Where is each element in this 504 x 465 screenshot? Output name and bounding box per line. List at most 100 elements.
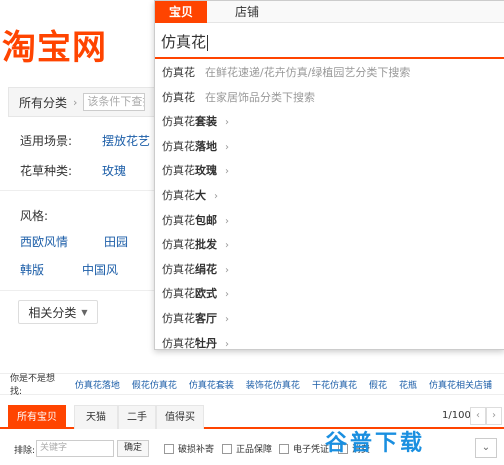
related-categories-label: 相关分类	[28, 305, 77, 320]
chevron-right-icon: ›	[214, 190, 218, 202]
chevron-right-icon: ›	[225, 117, 229, 129]
checkbox-genuine[interactable]: 正品保障	[222, 442, 272, 455]
chevron-right-icon: ›	[73, 95, 78, 109]
suggestion-list: 仿真花 在鲜花速递/花卉仿真/绿植园艺分类下搜索 仿真花 在家居饰品分类下搜索 仿真…	[155, 61, 504, 356]
exclude-keyword-input[interactable]: 关键字	[36, 440, 114, 457]
suggestion-completion: 客厅	[195, 311, 217, 325]
suggestion-completion: 欧式	[195, 287, 217, 301]
type-value-link[interactable]: 玫瑰	[102, 162, 126, 179]
suggestion-item[interactable]: 仿真花批发 ›	[155, 233, 504, 258]
checkbox-damage-reship[interactable]: 破损补寄	[164, 442, 214, 455]
next-page-button[interactable]: ›	[486, 407, 502, 425]
suggestion-item[interactable]: 仿真花绢花 ›	[155, 258, 504, 283]
suggestion-base: 仿真花	[162, 115, 195, 129]
did-you-mean-link[interactable]: 仿真花套装	[189, 378, 234, 391]
search-input[interactable]: 仿真花	[155, 25, 504, 59]
style-item-link[interactable]: 韩版	[20, 261, 44, 278]
suggestion-base: 仿真花	[162, 287, 195, 301]
suggestion-item[interactable]: 仿真花套装 ›	[155, 110, 504, 135]
related-categories-button[interactable]: 相关分类 ▼	[18, 300, 98, 324]
did-you-mean-label: 你是不是想找:	[10, 374, 56, 397]
divider	[0, 290, 160, 291]
tab-items[interactable]: 宝贝	[155, 1, 207, 23]
did-you-mean-link[interactable]: 假花	[369, 378, 387, 391]
category-search-input[interactable]: 该条件下查找	[83, 93, 146, 111]
checkbox-label: 正品保障	[236, 445, 273, 455]
chevron-right-icon: ›	[225, 289, 229, 301]
scene-label: 适用场景:	[20, 134, 73, 148]
exclude-label: 排除:	[14, 446, 36, 456]
suggestion-completion: 玫瑰	[195, 164, 217, 178]
suggestion-completion: 牡丹	[195, 336, 217, 350]
logo-text: 淘宝网	[2, 28, 107, 68]
chevron-right-icon: ›	[225, 264, 229, 276]
result-tabs: 所有宝贝 天猫 二手 值得买 1/100 ‹ ›	[0, 405, 504, 429]
did-you-mean-link[interactable]: 干花仿真花	[312, 378, 357, 391]
taobao-logo[interactable]: 淘宝网	[0, 24, 150, 72]
style-label: 风格:	[20, 209, 49, 223]
type-filter-row: 花草种类: 玫瑰	[20, 162, 126, 179]
chevron-down-icon[interactable]: ⌄	[475, 438, 497, 458]
search-query: 仿真花	[161, 33, 207, 51]
type-label: 花草种类:	[20, 164, 73, 178]
all-categories-link[interactable]: 所有分类	[19, 94, 67, 111]
search-suggestion-dropdown: 宝贝 店铺 仿真花 仿真花 在鲜花速递/花卉仿真/绿植园艺分类下搜索 仿真花 在家居…	[154, 0, 504, 350]
tab-secondhand[interactable]: 二手	[118, 405, 156, 429]
suggestion-completion: 落地	[195, 139, 217, 153]
suggestion-item[interactable]: 仿真花玫瑰 ›	[155, 159, 504, 184]
did-you-mean-link[interactable]: 假花仿真花	[132, 378, 177, 391]
checkbox-e-voucher[interactable]: 电子凭证	[279, 442, 329, 455]
watermark-logo: 谷普下载	[325, 431, 426, 456]
chevron-right-icon: ›	[225, 215, 229, 227]
did-you-mean-link[interactable]: 仿真花相关店铺	[429, 378, 492, 391]
chevron-right-icon: ›	[225, 166, 229, 178]
suggestion-base: 仿真花	[162, 238, 195, 252]
checkbox-box[interactable]	[279, 443, 289, 454]
style-item-link[interactable]: 西欧风情	[20, 233, 68, 250]
tab-all-items[interactable]: 所有宝贝	[8, 405, 66, 429]
chevron-right-icon: ›	[225, 240, 229, 252]
search-type-tabs: 宝贝 店铺	[155, 1, 504, 23]
style-filter-row: 风格:	[20, 207, 48, 224]
suggestion-base: 仿真花	[162, 262, 195, 276]
tab-tmall[interactable]: 天猫	[74, 405, 118, 429]
did-you-mean-link[interactable]: 仿真花落地	[75, 378, 120, 391]
checkbox-box[interactable]	[164, 443, 174, 454]
suggestion-item[interactable]: 仿真花牡丹 ›	[155, 332, 504, 357]
suggestion-item[interactable]: 仿真花客厅 ›	[155, 307, 504, 332]
suggestion-base: 仿真花	[162, 213, 195, 227]
chevron-right-icon: ›	[225, 141, 229, 153]
chevron-right-icon: ›	[225, 313, 229, 325]
page-indicator: 1/100	[442, 410, 471, 421]
suggestion-base: 仿真花	[162, 66, 195, 79]
suggestion-hint: 在鲜花速递/花卉仿真/绿植园艺分类下搜索	[205, 66, 411, 79]
chevron-right-icon: ›	[225, 338, 229, 350]
checkbox-box[interactable]	[222, 443, 232, 454]
did-you-mean-link[interactable]: 装饰花仿真花	[246, 378, 300, 391]
scene-value-link[interactable]: 摆放花艺	[102, 132, 150, 149]
style-item-link[interactable]: 田园	[104, 233, 128, 250]
suggestion-item[interactable]: 仿真花包邮 ›	[155, 209, 504, 234]
divider	[0, 190, 160, 191]
tab-worth-buying[interactable]: 值得买	[156, 405, 204, 429]
tab-shops[interactable]: 店铺	[227, 1, 267, 23]
checkbox-label: 电子凭证	[293, 445, 330, 455]
suggestion-item[interactable]: 仿真花 在鲜花速递/花卉仿真/绿植园艺分类下搜索	[155, 61, 504, 86]
style-item-link[interactable]: 中国风	[82, 261, 118, 278]
confirm-button[interactable]: 确定	[117, 440, 149, 457]
suggestion-item[interactable]: 仿真花落地 ›	[155, 135, 504, 160]
suggestion-completion: 套装	[195, 115, 217, 129]
checkbox-label: 破损补寄	[178, 445, 215, 455]
suggestion-item[interactable]: 仿真花 在家居饰品分类下搜索	[155, 86, 504, 111]
suggestion-item[interactable]: 仿真花大 ›	[155, 184, 504, 209]
suggestion-completion: 绢花	[195, 262, 217, 276]
scene-filter-row: 适用场景: 摆放花艺	[20, 132, 150, 149]
prev-page-button[interactable]: ‹	[470, 407, 486, 425]
did-you-mean-link[interactable]: 花瓶	[399, 378, 417, 391]
caret-down-icon: ▼	[81, 307, 88, 317]
suggestion-base: 仿真花	[162, 311, 195, 325]
suggestion-base: 仿真花	[162, 336, 195, 350]
text-cursor	[207, 34, 209, 51]
suggestion-item[interactable]: 仿真花欧式 ›	[155, 282, 504, 307]
did-you-mean-strip: 你是不是想找: 仿真花落地 假花仿真花 仿真花套装 装饰花仿真花 干花仿真花 假…	[0, 373, 504, 397]
